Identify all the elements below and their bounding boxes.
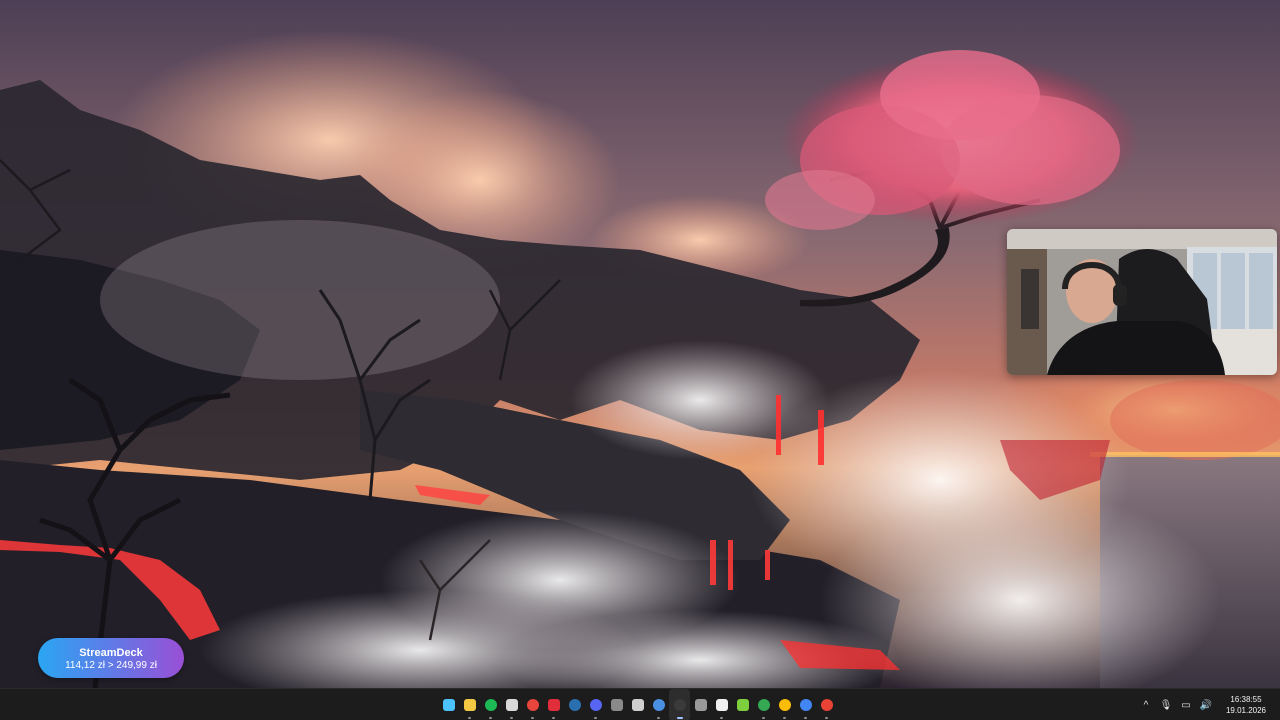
taskbar-button-obs[interactable] <box>669 689 690 720</box>
taskbar-button-grid-app[interactable] <box>501 689 522 720</box>
taskbar-button-streamlabs[interactable] <box>627 689 648 720</box>
taskbar-button-discord[interactable] <box>585 689 606 720</box>
green-app-icon <box>736 699 749 711</box>
chrome-profile-3-icon <box>778 699 791 711</box>
clock-time: 16:38:55 <box>1230 695 1262 704</box>
running-indicator <box>720 717 723 719</box>
running-indicator <box>489 717 492 719</box>
white-square-app-icon <box>715 699 728 711</box>
taskbar-button-blue-circle-app[interactable] <box>648 689 669 720</box>
system-tray: ^ 🎙 ▭ 🔊 16:38:55 19.01.2026 <box>1136 689 1280 720</box>
running-indicator <box>468 717 471 719</box>
spotify-icon <box>484 699 497 711</box>
taskbar-clock[interactable]: 16:38:55 19.01.2026 <box>1216 694 1276 716</box>
clock-date: 19.01.2026 <box>1225 706 1267 715</box>
blue-circle-app-icon <box>652 699 665 711</box>
running-indicator <box>676 717 683 719</box>
webcam-overlay <box>1007 229 1277 375</box>
show-hidden-icons-chevron-icon[interactable]: ^ <box>1136 689 1156 720</box>
bitwarden-icon <box>694 699 707 711</box>
running-indicator <box>657 717 660 719</box>
red-app-icon <box>547 699 560 711</box>
running-indicator <box>804 717 807 719</box>
taskbar-button-white-square-app[interactable] <box>711 689 732 720</box>
running-indicator <box>594 717 597 719</box>
chrome-profile-5-icon <box>820 699 833 711</box>
file-explorer-icon <box>463 699 476 711</box>
chrome-profile-2-icon <box>757 699 770 711</box>
donation-current-amount: 114,12 zł <box>65 660 105 671</box>
taskbar-button-file-explorer[interactable] <box>459 689 480 720</box>
taskbar-button-windows-start[interactable] <box>438 689 459 720</box>
taskbar-button-chrome-profile-5[interactable] <box>816 689 837 720</box>
donation-goal-amount: 249,99 zł <box>116 660 157 671</box>
taskbar-button-epic-games[interactable] <box>606 689 627 720</box>
taskbar-button-chrome[interactable] <box>522 689 543 720</box>
discord-icon <box>589 699 602 711</box>
donation-goal-widget: StreamDeck 114,12 zł > 249,99 zł <box>38 638 184 678</box>
taskbar-button-bitwarden[interactable] <box>690 689 711 720</box>
taskbar-button-chrome-profile-2[interactable] <box>753 689 774 720</box>
microphone-icon[interactable]: 🎙 <box>1156 689 1176 720</box>
chrome-icon <box>526 699 539 711</box>
desktop: StreamDeck 114,12 zł > 249,99 zł <box>0 0 1280 688</box>
running-indicator <box>552 717 555 719</box>
running-indicator <box>531 717 534 719</box>
running-indicator <box>510 717 513 719</box>
volume-icon[interactable]: 🔊 <box>1196 689 1216 720</box>
donation-goal-amounts: 114,12 zł > 249,99 zł <box>38 660 184 672</box>
taskbar-button-red-app[interactable] <box>543 689 564 720</box>
windows-start-icon <box>442 699 455 711</box>
taskbar: ^ 🎙 ▭ 🔊 16:38:55 19.01.2026 <box>0 688 1280 720</box>
donation-goal-title: StreamDeck <box>79 647 143 659</box>
chrome-profile-4-icon <box>799 699 812 711</box>
taskbar-app-list <box>438 689 837 720</box>
taskbar-button-green-app[interactable] <box>732 689 753 720</box>
running-indicator <box>762 717 765 719</box>
running-indicator <box>783 717 786 719</box>
taskbar-button-spotify[interactable] <box>480 689 501 720</box>
taskbar-button-chrome-profile-4[interactable] <box>795 689 816 720</box>
streamlabs-icon <box>631 699 644 711</box>
taskbar-button-steam[interactable] <box>564 689 585 720</box>
grid-app-icon <box>505 699 518 711</box>
steam-icon <box>568 699 581 711</box>
donation-separator: > <box>107 660 114 671</box>
running-indicator <box>825 717 828 719</box>
webcam-feed <box>1007 229 1277 375</box>
epic-games-icon <box>610 699 623 711</box>
monitor-icon[interactable]: ▭ <box>1176 689 1196 720</box>
taskbar-button-chrome-profile-3[interactable] <box>774 689 795 720</box>
obs-icon <box>673 699 686 711</box>
